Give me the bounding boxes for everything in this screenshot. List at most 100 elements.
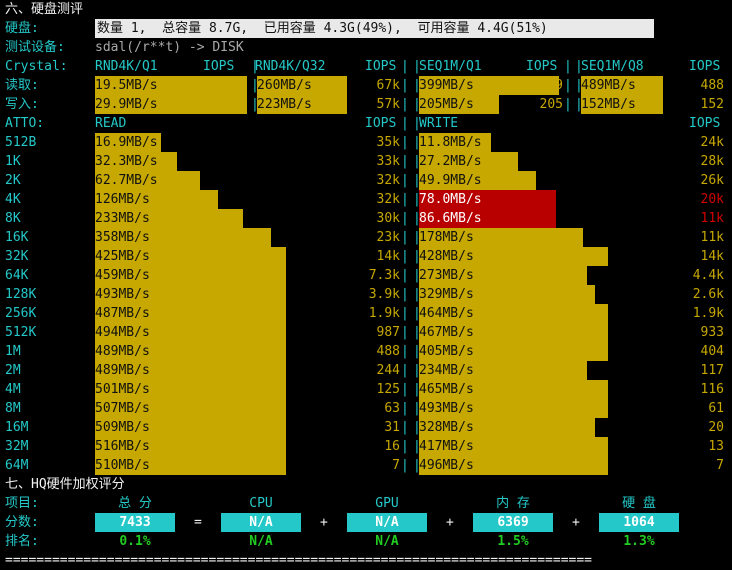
score-operator: +: [446, 515, 454, 530]
atto-write-value: 78.0MB/s: [419, 192, 482, 207]
atto-read-value: 516MB/s: [95, 439, 150, 454]
device-label: 测试设备:: [5, 40, 65, 55]
crystal-row-label: 写入:: [5, 97, 39, 112]
atto-write-iops-header: IOPS: [689, 116, 721, 131]
crystal-header-1: IOPS: [203, 59, 235, 74]
atto-read-iops: 7: [392, 458, 400, 473]
atto-write-value: 329MB/s: [419, 287, 474, 302]
atto-separator: |: [401, 211, 409, 226]
atto-read-iops: 63: [384, 401, 400, 416]
crystal-value: 399MB/s: [419, 78, 474, 93]
crystal-row-label: 读取:: [5, 78, 39, 93]
atto-write-value: 11.8MB/s: [419, 135, 482, 150]
crystal-separator: |: [564, 97, 572, 112]
crystal-separator: |: [401, 59, 409, 74]
atto-read-value: 489MB/s: [95, 344, 150, 359]
atto-separator: |: [401, 154, 409, 169]
atto-write-value: 417MB/s: [419, 439, 474, 454]
score-box: N/A: [347, 513, 427, 532]
atto-read-iops: 23k: [376, 230, 400, 245]
atto-read-iops: 488: [376, 344, 400, 359]
atto-read-iops: 32k: [376, 173, 400, 188]
atto-read-iops: 33k: [376, 154, 400, 169]
crystal-separator: |: [401, 97, 409, 112]
score-column-header: 硬 盘: [622, 496, 656, 511]
rank-value: 0.1%: [119, 534, 151, 549]
atto-read-value: 489MB/s: [95, 363, 150, 378]
atto-read-value: 509MB/s: [95, 420, 150, 435]
atto-separator: |: [413, 306, 421, 321]
atto-write-value: 178MB/s: [419, 230, 474, 245]
crystal-value: 260MB/s: [257, 78, 312, 93]
atto-separator: |: [413, 154, 421, 169]
atto-read-value: 32.3MB/s: [95, 154, 158, 169]
crystal-header-6: SEQ1M/Q8: [581, 59, 644, 74]
atto-write-iops: 13: [708, 439, 724, 454]
atto-separator: |: [401, 287, 409, 302]
disk-summary: 数量 1, 总容量 8.7G, 已用容量 4.3G(49%), 可用容量 4.4…: [95, 19, 654, 38]
crystal-separator: |: [575, 59, 583, 74]
atto-write-value: 86.6MB/s: [419, 211, 482, 226]
score-box: 6369: [473, 513, 553, 532]
atto-size-label: 32K: [5, 249, 29, 264]
atto-size-label: 64K: [5, 268, 29, 283]
atto-separator: |: [401, 420, 409, 435]
atto-read-value: 510MB/s: [95, 458, 150, 473]
score-label: 分数:: [5, 515, 39, 530]
atto-separator: |: [401, 344, 409, 359]
atto-write-value: 234MB/s: [419, 363, 474, 378]
crystal-separator: |: [251, 59, 259, 74]
crystal-separator: |: [564, 78, 572, 93]
atto-separator: |: [413, 211, 421, 226]
atto-separator: |: [413, 382, 421, 397]
disk-label: 硬盘:: [5, 21, 39, 36]
atto-size-label: 128K: [5, 287, 37, 302]
atto-separator: |: [413, 268, 421, 283]
crystal-value: 29.9MB/s: [95, 97, 158, 112]
atto-read-header: READ: [95, 116, 127, 131]
atto-write-header: WRITE: [419, 116, 459, 131]
atto-size-label: 256K: [5, 306, 37, 321]
atto-separator: |: [413, 192, 421, 207]
crystal-separator: |: [413, 97, 421, 112]
atto-separator: |: [401, 268, 409, 283]
atto-write-iops: 11k: [700, 230, 724, 245]
crystal-value: 57k: [376, 97, 400, 112]
atto-read-value: 494MB/s: [95, 325, 150, 340]
atto-read-value: 126MB/s: [95, 192, 150, 207]
atto-read-iops: 16: [384, 439, 400, 454]
crystal-value: 19.5MB/s: [95, 78, 158, 93]
atto-separator: |: [401, 439, 409, 454]
device-value: sdal(/r**t) -> DISK: [95, 40, 244, 55]
atto-read-value: 358MB/s: [95, 230, 150, 245]
atto-size-label: 64M: [5, 458, 29, 473]
atto-separator: |: [401, 173, 409, 188]
atto-write-iops: 24k: [700, 135, 724, 150]
atto-read-value: 487MB/s: [95, 306, 150, 321]
crystal-header-7: IOPS: [689, 59, 721, 74]
atto-write-iops: 1.9k: [692, 306, 724, 321]
atto-size-label: 8K: [5, 211, 21, 226]
atto-read-iops: 244: [376, 363, 400, 378]
atto-read-value: 459MB/s: [95, 268, 150, 283]
crystal-separator: |: [564, 59, 572, 74]
atto-write-iops: 11k: [700, 211, 724, 226]
rank-value: 1.5%: [497, 534, 529, 549]
atto-write-iops: 20k: [700, 192, 724, 207]
atto-write-iops: 404: [700, 344, 724, 359]
score-operator: +: [320, 515, 328, 530]
atto-write-value: 496MB/s: [419, 458, 474, 473]
atto-separator: |: [401, 306, 409, 321]
crystal-separator: |: [251, 97, 259, 112]
crystal-value: 489MB/s: [581, 78, 636, 93]
rank-value: N/A: [249, 534, 273, 549]
atto-read-iops: 35k: [376, 135, 400, 150]
atto-write-iops: 117: [700, 363, 724, 378]
crystal-label: Crystal:: [5, 59, 68, 74]
atto-read-iops: 32k: [376, 192, 400, 207]
atto-separator: |: [401, 458, 409, 473]
atto-read-iops: 14k: [376, 249, 400, 264]
atto-separator: |: [401, 135, 409, 150]
atto-separator: |: [401, 230, 409, 245]
crystal-value: 152: [700, 97, 724, 112]
